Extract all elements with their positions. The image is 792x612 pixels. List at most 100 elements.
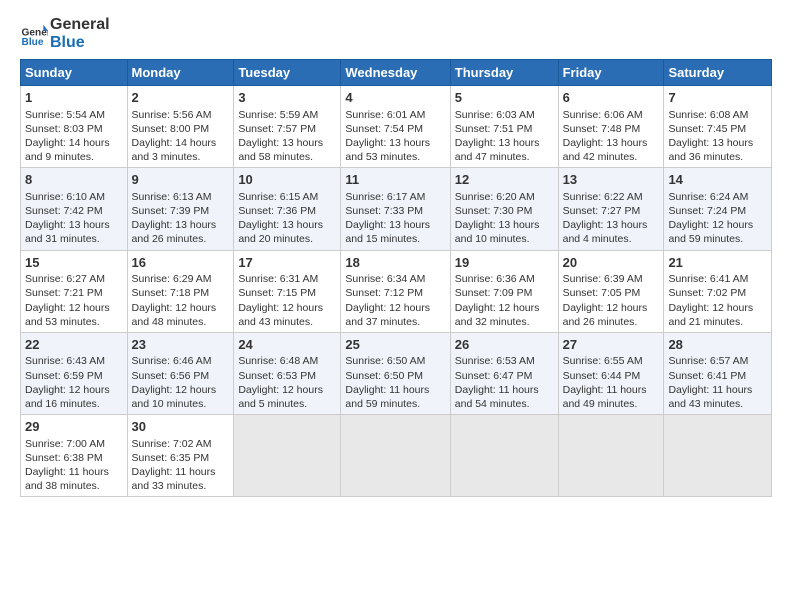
calendar-cell: 28Sunrise: 6:57 AM Sunset: 6:41 PM Dayli…: [664, 332, 772, 414]
day-number: 25: [345, 336, 445, 354]
logo-blue: Blue: [50, 34, 110, 52]
calendar-cell: 8Sunrise: 6:10 AM Sunset: 7:42 PM Daylig…: [21, 168, 128, 250]
calendar-body: 1Sunrise: 5:54 AM Sunset: 8:03 PM Daylig…: [21, 86, 772, 497]
week-row-5: 29Sunrise: 7:00 AM Sunset: 6:38 PM Dayli…: [21, 415, 772, 497]
day-info: Sunrise: 7:00 AM Sunset: 6:38 PM Dayligh…: [25, 437, 123, 494]
calendar-cell: 11Sunrise: 6:17 AM Sunset: 7:33 PM Dayli…: [341, 168, 450, 250]
day-number: 2: [132, 89, 230, 107]
logo-general: General: [50, 16, 110, 34]
col-header-wednesday: Wednesday: [341, 60, 450, 86]
calendar-cell: 1Sunrise: 5:54 AM Sunset: 8:03 PM Daylig…: [21, 86, 128, 168]
day-number: 18: [345, 254, 445, 272]
day-info: Sunrise: 6:57 AM Sunset: 6:41 PM Dayligh…: [668, 354, 767, 411]
day-number: 27: [563, 336, 660, 354]
day-info: Sunrise: 6:55 AM Sunset: 6:44 PM Dayligh…: [563, 354, 660, 411]
day-number: 9: [132, 171, 230, 189]
day-number: 5: [455, 89, 554, 107]
day-info: Sunrise: 6:03 AM Sunset: 7:51 PM Dayligh…: [455, 108, 554, 165]
day-number: 28: [668, 336, 767, 354]
day-info: Sunrise: 5:56 AM Sunset: 8:00 PM Dayligh…: [132, 108, 230, 165]
calendar-cell: 21Sunrise: 6:41 AM Sunset: 7:02 PM Dayli…: [664, 250, 772, 332]
day-info: Sunrise: 5:59 AM Sunset: 7:57 PM Dayligh…: [238, 108, 336, 165]
day-info: Sunrise: 6:13 AM Sunset: 7:39 PM Dayligh…: [132, 190, 230, 247]
day-number: 14: [668, 171, 767, 189]
calendar-cell: 25Sunrise: 6:50 AM Sunset: 6:50 PM Dayli…: [341, 332, 450, 414]
col-header-saturday: Saturday: [664, 60, 772, 86]
calendar-cell: [558, 415, 664, 497]
day-number: 7: [668, 89, 767, 107]
calendar-cell: 12Sunrise: 6:20 AM Sunset: 7:30 PM Dayli…: [450, 168, 558, 250]
day-info: Sunrise: 6:15 AM Sunset: 7:36 PM Dayligh…: [238, 190, 336, 247]
calendar-cell: 13Sunrise: 6:22 AM Sunset: 7:27 PM Dayli…: [558, 168, 664, 250]
day-number: 20: [563, 254, 660, 272]
calendar-cell: 5Sunrise: 6:03 AM Sunset: 7:51 PM Daylig…: [450, 86, 558, 168]
day-number: 3: [238, 89, 336, 107]
logo-icon: General Blue: [20, 20, 48, 48]
day-info: Sunrise: 6:50 AM Sunset: 6:50 PM Dayligh…: [345, 354, 445, 411]
day-info: Sunrise: 6:24 AM Sunset: 7:24 PM Dayligh…: [668, 190, 767, 247]
day-number: 13: [563, 171, 660, 189]
calendar-cell: 20Sunrise: 6:39 AM Sunset: 7:05 PM Dayli…: [558, 250, 664, 332]
day-info: Sunrise: 6:53 AM Sunset: 6:47 PM Dayligh…: [455, 354, 554, 411]
day-info: Sunrise: 6:41 AM Sunset: 7:02 PM Dayligh…: [668, 272, 767, 329]
calendar-cell: 26Sunrise: 6:53 AM Sunset: 6:47 PM Dayli…: [450, 332, 558, 414]
day-number: 4: [345, 89, 445, 107]
calendar-cell: 27Sunrise: 6:55 AM Sunset: 6:44 PM Dayli…: [558, 332, 664, 414]
day-info: Sunrise: 6:36 AM Sunset: 7:09 PM Dayligh…: [455, 272, 554, 329]
svg-text:Blue: Blue: [22, 36, 44, 47]
day-info: Sunrise: 6:17 AM Sunset: 7:33 PM Dayligh…: [345, 190, 445, 247]
calendar-cell: 17Sunrise: 6:31 AM Sunset: 7:15 PM Dayli…: [234, 250, 341, 332]
day-number: 21: [668, 254, 767, 272]
day-info: Sunrise: 6:20 AM Sunset: 7:30 PM Dayligh…: [455, 190, 554, 247]
calendar-cell: 29Sunrise: 7:00 AM Sunset: 6:38 PM Dayli…: [21, 415, 128, 497]
calendar-cell: 14Sunrise: 6:24 AM Sunset: 7:24 PM Dayli…: [664, 168, 772, 250]
day-info: Sunrise: 6:39 AM Sunset: 7:05 PM Dayligh…: [563, 272, 660, 329]
col-header-sunday: Sunday: [21, 60, 128, 86]
week-row-3: 15Sunrise: 6:27 AM Sunset: 7:21 PM Dayli…: [21, 250, 772, 332]
calendar-cell: 22Sunrise: 6:43 AM Sunset: 6:59 PM Dayli…: [21, 332, 128, 414]
day-number: 1: [25, 89, 123, 107]
calendar-cell: 2Sunrise: 5:56 AM Sunset: 8:00 PM Daylig…: [127, 86, 234, 168]
day-number: 11: [345, 171, 445, 189]
calendar-cell: 9Sunrise: 6:13 AM Sunset: 7:39 PM Daylig…: [127, 168, 234, 250]
day-number: 16: [132, 254, 230, 272]
day-info: Sunrise: 7:02 AM Sunset: 6:35 PM Dayligh…: [132, 437, 230, 494]
week-row-1: 1Sunrise: 5:54 AM Sunset: 8:03 PM Daylig…: [21, 86, 772, 168]
day-number: 12: [455, 171, 554, 189]
col-header-thursday: Thursday: [450, 60, 558, 86]
calendar-cell: [234, 415, 341, 497]
calendar-cell: 19Sunrise: 6:36 AM Sunset: 7:09 PM Dayli…: [450, 250, 558, 332]
day-number: 23: [132, 336, 230, 354]
day-info: Sunrise: 6:46 AM Sunset: 6:56 PM Dayligh…: [132, 354, 230, 411]
day-number: 15: [25, 254, 123, 272]
calendar-cell: 7Sunrise: 6:08 AM Sunset: 7:45 PM Daylig…: [664, 86, 772, 168]
day-number: 10: [238, 171, 336, 189]
header: General Blue General Blue: [20, 16, 772, 51]
week-row-2: 8Sunrise: 6:10 AM Sunset: 7:42 PM Daylig…: [21, 168, 772, 250]
column-headers: SundayMondayTuesdayWednesdayThursdayFrid…: [21, 60, 772, 86]
calendar-cell: 18Sunrise: 6:34 AM Sunset: 7:12 PM Dayli…: [341, 250, 450, 332]
page: General Blue General Blue SundayMondayTu…: [0, 0, 792, 612]
day-number: 19: [455, 254, 554, 272]
day-info: Sunrise: 6:29 AM Sunset: 7:18 PM Dayligh…: [132, 272, 230, 329]
calendar-cell: 15Sunrise: 6:27 AM Sunset: 7:21 PM Dayli…: [21, 250, 128, 332]
col-header-tuesday: Tuesday: [234, 60, 341, 86]
day-number: 6: [563, 89, 660, 107]
calendar-cell: 3Sunrise: 5:59 AM Sunset: 7:57 PM Daylig…: [234, 86, 341, 168]
calendar-table: SundayMondayTuesdayWednesdayThursdayFrid…: [20, 59, 772, 497]
calendar-cell: 23Sunrise: 6:46 AM Sunset: 6:56 PM Dayli…: [127, 332, 234, 414]
col-header-friday: Friday: [558, 60, 664, 86]
day-info: Sunrise: 6:08 AM Sunset: 7:45 PM Dayligh…: [668, 108, 767, 165]
day-info: Sunrise: 6:48 AM Sunset: 6:53 PM Dayligh…: [238, 354, 336, 411]
day-number: 26: [455, 336, 554, 354]
calendar-cell: 6Sunrise: 6:06 AM Sunset: 7:48 PM Daylig…: [558, 86, 664, 168]
day-info: Sunrise: 6:10 AM Sunset: 7:42 PM Dayligh…: [25, 190, 123, 247]
day-info: Sunrise: 6:06 AM Sunset: 7:48 PM Dayligh…: [563, 108, 660, 165]
calendar-cell: [341, 415, 450, 497]
day-info: Sunrise: 6:22 AM Sunset: 7:27 PM Dayligh…: [563, 190, 660, 247]
calendar-cell: 4Sunrise: 6:01 AM Sunset: 7:54 PM Daylig…: [341, 86, 450, 168]
day-number: 29: [25, 418, 123, 436]
day-number: 17: [238, 254, 336, 272]
calendar-cell: [450, 415, 558, 497]
day-number: 30: [132, 418, 230, 436]
